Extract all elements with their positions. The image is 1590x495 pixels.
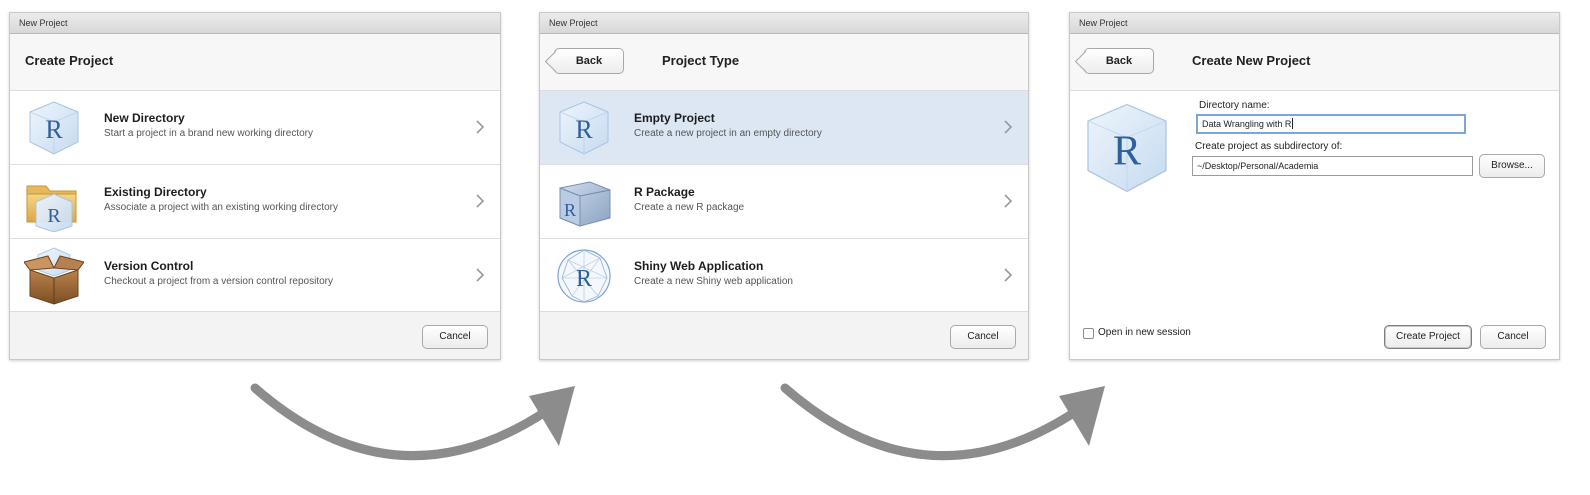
svg-text:R: R bbox=[576, 266, 592, 292]
window-title: New Project bbox=[10, 13, 500, 34]
directory-name-input[interactable]: Data Wrangling with R bbox=[1196, 114, 1466, 134]
option-description: Create a new Shiny web application bbox=[634, 276, 793, 287]
open-in-new-session-label: Open in new session bbox=[1098, 327, 1191, 338]
dialog-footer: Open in new session Create Project Cance… bbox=[1070, 312, 1559, 359]
project-type-dialog: New Project Back Project Type Empty Proj… bbox=[539, 12, 1029, 360]
dialog-header: Create Project bbox=[10, 34, 500, 91]
chevron-right-icon bbox=[1002, 118, 1014, 136]
option-description: Checkout a project from a version contro… bbox=[104, 276, 333, 287]
folder-r-icon: R bbox=[26, 185, 77, 232]
dialog-header: Back Create New Project bbox=[1070, 34, 1559, 91]
option-description: Create a new project in an empty directo… bbox=[634, 128, 822, 139]
svg-text:R: R bbox=[564, 200, 576, 220]
cancel-button[interactable]: Cancel bbox=[950, 325, 1016, 349]
page-title: Create New Project bbox=[1192, 53, 1311, 68]
option-description: Associate a project with an existing wor… bbox=[104, 202, 338, 213]
box-icon bbox=[24, 247, 84, 305]
option-new-directory[interactable]: New Directory Start a project in a brand… bbox=[10, 91, 500, 165]
option-description: Start a project in a brand new working d… bbox=[104, 128, 313, 139]
r-package-icon: R bbox=[559, 181, 611, 227]
page-title: Project Type bbox=[662, 53, 740, 68]
subdirectory-label: Create project as subdirectory of: bbox=[1195, 141, 1343, 152]
option-title: Shiny Web Application bbox=[634, 259, 764, 273]
page-title: Create Project bbox=[25, 53, 114, 68]
svg-text:R: R bbox=[47, 205, 61, 227]
dialog-header: Back Project Type bbox=[540, 34, 1028, 91]
curved-arrow-icon bbox=[780, 383, 1105, 461]
option-version-control[interactable]: Version Control Checkout a project from … bbox=[10, 239, 500, 313]
directory-name-value: Data Wrangling with R bbox=[1202, 119, 1292, 129]
create-new-project-dialog: New Project Back Create New Project R Di… bbox=[1069, 12, 1560, 360]
window-title: New Project bbox=[540, 13, 1028, 34]
cancel-button[interactable]: Cancel bbox=[1480, 325, 1546, 349]
dialog-footer: Cancel bbox=[540, 311, 1028, 359]
r-cube-icon bbox=[554, 98, 614, 158]
chevron-right-icon bbox=[474, 266, 486, 284]
dialog-footer: Cancel bbox=[10, 311, 500, 359]
create-project-dialog: New Project Create Project New Directory… bbox=[9, 12, 501, 360]
option-title: Version Control bbox=[104, 259, 194, 273]
r-cube-icon: R bbox=[1087, 103, 1167, 193]
svg-text:R: R bbox=[1113, 129, 1141, 175]
create-project-button[interactable]: Create Project bbox=[1384, 325, 1472, 349]
r-cube-icon bbox=[24, 98, 84, 158]
option-title: New Directory bbox=[104, 111, 185, 125]
option-title: Existing Directory bbox=[104, 185, 207, 199]
option-existing-directory[interactable]: R Existing Directory Associate a project… bbox=[10, 165, 500, 239]
option-description: Create a new R package bbox=[634, 202, 745, 213]
option-title: Empty Project bbox=[634, 111, 715, 125]
back-button[interactable]: Back bbox=[1084, 48, 1154, 74]
open-in-new-session-checkbox[interactable] bbox=[1083, 328, 1094, 339]
chevron-right-icon bbox=[474, 118, 486, 136]
option-title: R Package bbox=[634, 185, 695, 199]
cancel-button[interactable]: Cancel bbox=[422, 325, 488, 349]
chevron-right-icon bbox=[474, 192, 486, 210]
option-empty-project[interactable]: Empty Project Create a new project in an… bbox=[540, 91, 1028, 165]
subdirectory-input[interactable]: ~/Desktop/Personal/Academia bbox=[1192, 156, 1473, 176]
chevron-right-icon bbox=[1002, 192, 1014, 210]
browse-button[interactable]: Browse... bbox=[1479, 154, 1545, 178]
chevron-right-icon bbox=[1002, 266, 1014, 284]
back-button[interactable]: Back bbox=[554, 48, 624, 74]
curved-arrow-icon bbox=[250, 383, 575, 461]
option-r-package[interactable]: R R Package Create a new R package bbox=[540, 165, 1028, 239]
shiny-globe-icon: R bbox=[557, 249, 611, 303]
option-shiny-web-application[interactable]: R Shiny Web Application Create a new Shi… bbox=[540, 239, 1028, 313]
window-title: New Project bbox=[1070, 13, 1559, 34]
directory-name-label: Directory name: bbox=[1199, 100, 1270, 111]
text-caret bbox=[1292, 118, 1294, 129]
